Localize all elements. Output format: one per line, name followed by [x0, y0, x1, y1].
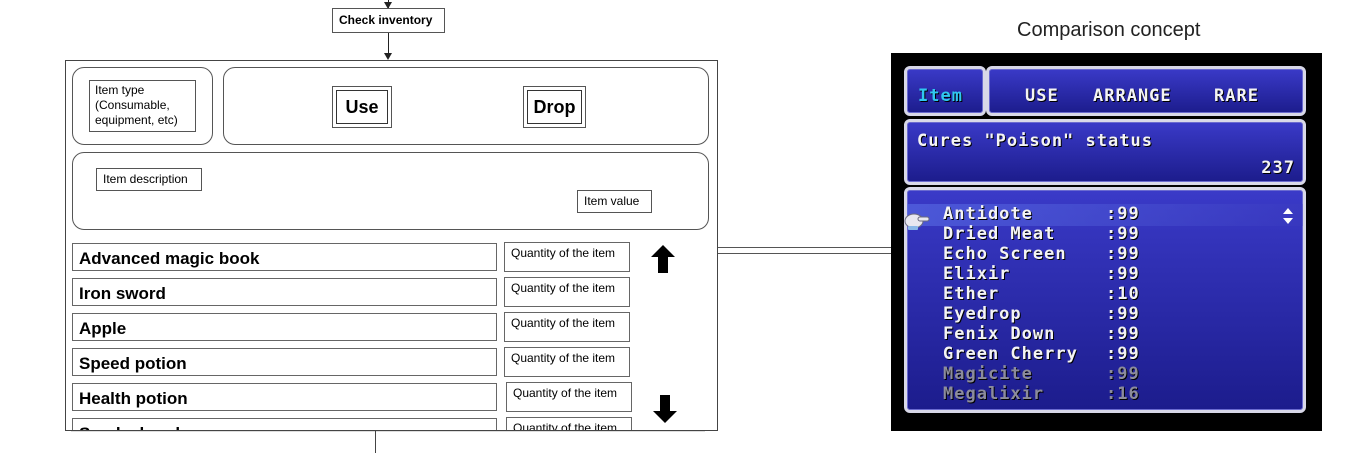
game-item-name[interactable]: Megalixir: [943, 384, 1044, 404]
connector-to-frame: [388, 33, 389, 53]
arrowhead-frame: [384, 53, 392, 60]
use-button-label: Use: [336, 90, 388, 124]
game-item-name[interactable]: Green Cherry: [943, 344, 1078, 364]
item-row-name[interactable]: Iron sword: [72, 278, 497, 306]
connector-to-concept-2: [718, 253, 891, 254]
tab-item[interactable]: Item: [918, 86, 963, 106]
game-item-name[interactable]: Dried Meat: [943, 224, 1055, 244]
game-item-qty: :99: [1106, 304, 1140, 324]
game-item-name[interactable]: Eyedrop: [943, 304, 1022, 324]
inventory-wireframe: Item type (Consumable, equipment, etc) U…: [65, 60, 718, 431]
game-item-name[interactable]: Elixir: [943, 264, 1010, 284]
game-gil: 237: [1261, 158, 1295, 178]
actions-panel: Use Drop: [223, 67, 709, 145]
check-inventory-label: Check inventory: [339, 13, 433, 27]
game-item-qty: :10: [1106, 284, 1140, 304]
up-down-arrows-icon[interactable]: [1283, 208, 1293, 224]
connector-to-concept-1: [718, 247, 891, 248]
pointing-hand-icon: [904, 213, 930, 230]
item-row-qty: Quantity of the item: [504, 312, 630, 342]
game-item-qty: :99: [1106, 244, 1140, 264]
tab-rare[interactable]: RARE: [1214, 86, 1259, 106]
game-item-name[interactable]: Echo Screen: [943, 244, 1067, 264]
item-row-name[interactable]: Apple: [72, 313, 497, 341]
item-value-box: Item value: [577, 190, 652, 213]
item-row-qty: Quantity of the item: [506, 382, 632, 412]
game-item-qty: :99: [1106, 344, 1140, 364]
game-description-panel: Cures "Poison" status 237: [904, 119, 1306, 185]
description-panel: Item description Item value: [72, 152, 709, 230]
item-value-label: Item value: [584, 194, 640, 208]
tab-arrange[interactable]: ARRANGE: [1093, 86, 1172, 106]
game-item-qty: :99: [1106, 264, 1140, 284]
item-description-box: Item description: [96, 168, 202, 191]
game-item-name[interactable]: Antidote: [943, 204, 1033, 224]
game-item-list-panel: Antidote :99 Dried Meat :99 Echo Screen …: [904, 187, 1306, 413]
game-item-qty: :99: [1106, 324, 1140, 344]
check-inventory-node: Check inventory: [332, 8, 445, 33]
item-row-qty: Quantity of the item: [504, 277, 630, 307]
arrow-up-icon[interactable]: [650, 244, 676, 274]
frame-bottom-overlay: [71, 431, 705, 432]
item-row-qty: Quantity of the item: [504, 242, 630, 272]
game-item-qty: :99: [1106, 224, 1140, 244]
item-row-qty: Quantity of the item: [506, 417, 632, 430]
item-type-panel: Item type (Consumable, equipment, etc): [72, 67, 213, 145]
game-item-qty: :99: [1106, 204, 1140, 224]
item-row-name[interactable]: Smoke bomb: [72, 418, 497, 430]
arrow-down-icon[interactable]: [652, 394, 678, 424]
item-row-qty: Quantity of the item: [504, 347, 630, 377]
game-item-qty: :16: [1106, 384, 1140, 404]
game-description: Cures "Poison" status: [917, 131, 1153, 151]
game-item-name[interactable]: Ether: [943, 284, 999, 304]
drop-button-label: Drop: [527, 90, 582, 124]
game-item-name[interactable]: Magicite: [943, 364, 1033, 384]
concept-heading: Comparison concept: [1017, 19, 1201, 41]
item-tab-panel: Item: [904, 66, 986, 116]
item-row-name[interactable]: Speed potion: [72, 348, 497, 376]
game-item-name[interactable]: Fenix Down: [943, 324, 1055, 344]
item-description-label: Item description: [103, 172, 188, 186]
command-tabs-panel: USE ARRANGE RARE: [986, 66, 1306, 116]
item-type-label: Item type (Consumable, equipment, etc): [95, 83, 178, 127]
item-row-name[interactable]: Health potion: [72, 383, 497, 411]
tab-use[interactable]: USE: [1025, 86, 1059, 106]
item-type-label-box: Item type (Consumable, equipment, etc): [89, 80, 196, 132]
drop-button[interactable]: Drop: [523, 86, 586, 128]
connector-bottom: [375, 431, 376, 453]
game-item-qty: :99: [1106, 364, 1140, 384]
item-row-name[interactable]: Advanced magic book: [72, 243, 497, 271]
game-inventory-screenshot: Item USE ARRANGE RARE Cures "Poison" sta…: [891, 53, 1322, 431]
use-button[interactable]: Use: [332, 86, 392, 128]
